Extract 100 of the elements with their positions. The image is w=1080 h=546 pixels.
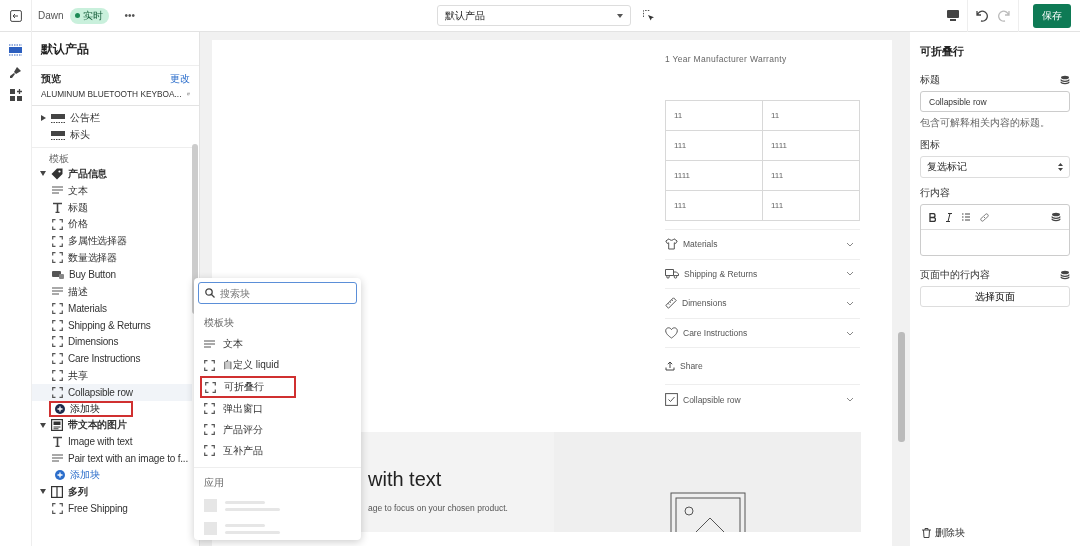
change-link[interactable]: 更改 [170,72,190,86]
text-t-icon [52,202,63,214]
delete-block-button[interactable]: 删除块 [922,526,965,540]
block-item[interactable]: 描述 [32,283,192,300]
preview-label: 预览 [41,72,61,86]
table-cell: 1111 [762,130,860,161]
list-icon[interactable] [962,213,970,221]
chevron-down-icon [846,397,854,403]
database-icon[interactable] [1060,75,1070,85]
bold-icon[interactable] [929,212,936,222]
table-cell: 111 [762,190,860,221]
section-item[interactable]: 带文本的图片 [32,416,192,434]
add-block-button[interactable]: 添加块 [49,400,133,417]
desktop-icon[interactable] [947,10,959,21]
preview-product[interactable]: ALUMINUM BLUETOOTH KEYBOA... [41,89,182,99]
database-icon[interactable] [1051,212,1061,222]
chevron-down-icon [846,271,854,277]
image-text-section-icon [51,419,63,432]
block-item[interactable]: Dimensions [32,333,192,351]
text-lines-icon [204,339,215,349]
brush-icon[interactable] [9,66,22,79]
table-cell: 11 [762,100,860,131]
search-icon [205,288,215,298]
dropdown-arrow-icon [617,13,624,18]
undo-icon[interactable] [976,9,989,22]
section-item[interactable]: 公告栏 [32,110,192,127]
block-item[interactable]: Pair text with an image to f... [32,450,192,468]
block-item[interactable]: Materials [32,299,192,317]
block-option[interactable]: 文本 [194,334,361,355]
block-item[interactable]: Shipping & Returns [32,316,192,334]
template-select[interactable]: 默认产品 [437,5,632,26]
heading-input-field[interactable]: Collapsible row [920,91,1070,112]
select-page-button[interactable]: 选择页面 [920,286,1070,307]
section-item[interactable]: 产品信息 [32,165,192,183]
chevron-down-icon [846,330,854,336]
link-icon[interactable] [980,212,989,222]
picker-section-label: 应用 [203,476,225,491]
add-block-button[interactable]: 添加块 [49,467,133,484]
accordion-row[interactable]: Care Instructions [665,317,860,348]
apps-add-icon[interactable] [9,89,22,101]
block-item[interactable]: Buy Button [32,266,192,284]
header-section-icon [51,129,65,141]
text-lines-icon [52,454,63,464]
block-item[interactable]: Collapsible row [32,383,192,401]
table-cell: 11 [665,100,763,131]
block-option[interactable]: 可折叠行 [200,375,296,399]
section-item[interactable]: 多列 [32,483,192,500]
caret-down-icon[interactable] [40,422,46,428]
database-icon[interactable] [1060,270,1070,280]
live-status-badge: 实时 [69,7,109,24]
truck-icon [665,268,679,280]
text-lines-icon [52,186,63,196]
columns-icon [51,485,63,498]
scrollbar[interactable] [898,332,905,442]
accordion-row[interactable]: Shipping & Returns [665,258,860,289]
field-label: 图标 [920,138,940,152]
warranty-text: 1 Year Manufacturer Warranty [665,53,788,64]
block-item[interactable]: 标题 [32,199,192,216]
block-item[interactable]: 多属性选择器 [32,232,192,250]
block-item[interactable]: Free Shipping [32,499,192,517]
block-item[interactable]: 价格 [32,216,192,233]
inspector-icon[interactable] [643,9,656,22]
block-item[interactable]: 数量选择器 [32,249,192,267]
more-button[interactable]: ••• [124,10,136,21]
block-option[interactable]: 产品评分 [194,419,361,441]
field-label: 标题 [920,73,940,87]
sections-icon[interactable] [9,44,22,56]
text-t-icon [52,436,63,448]
block-item[interactable]: 共享 [32,367,192,384]
section-body-text: age to focus on your chosen product. [368,502,509,513]
trash-icon [922,528,931,538]
table-cell: 111 [665,130,763,161]
italic-icon[interactable] [946,212,952,222]
caret-right-icon[interactable] [40,115,46,122]
block-item[interactable]: Image with text [32,433,192,451]
header-section-icon [51,112,65,124]
chevron-down-icon [846,241,854,247]
accordion-row[interactable]: Materials [665,229,860,259]
caret-down-icon[interactable] [40,171,46,177]
block-item[interactable]: 文本 [32,182,192,200]
accordion-row[interactable]: Dimensions [665,288,860,318]
shirt-icon [665,238,678,251]
block-item[interactable]: Care Instructions [32,350,192,368]
save-button[interactable]: 保存 [1033,3,1071,28]
plus-circle-icon [55,403,65,414]
icon-select[interactable]: 复选标记 [920,156,1070,178]
accordion-row[interactable]: Collapsible row [665,384,860,414]
sidebar-title: 默认产品 [32,32,199,66]
share-link[interactable]: Share [665,347,860,385]
exit-icon[interactable] [9,9,22,22]
section-item[interactable]: 标头 [32,126,192,144]
caret-down-icon[interactable] [40,489,46,495]
picker-section-label: 模板块 [203,316,235,330]
block-option[interactable]: 互补产品 [194,440,361,462]
block-option[interactable]: 弹出窗口 [194,398,361,420]
settings-title: 可折叠行 [920,44,965,59]
block-option[interactable]: 自定义 liquid [194,354,361,376]
search-field[interactable]: 搜索块 [198,282,357,304]
field-label: 页面中的行内容 [920,268,990,282]
section-heading: with text [368,467,443,491]
